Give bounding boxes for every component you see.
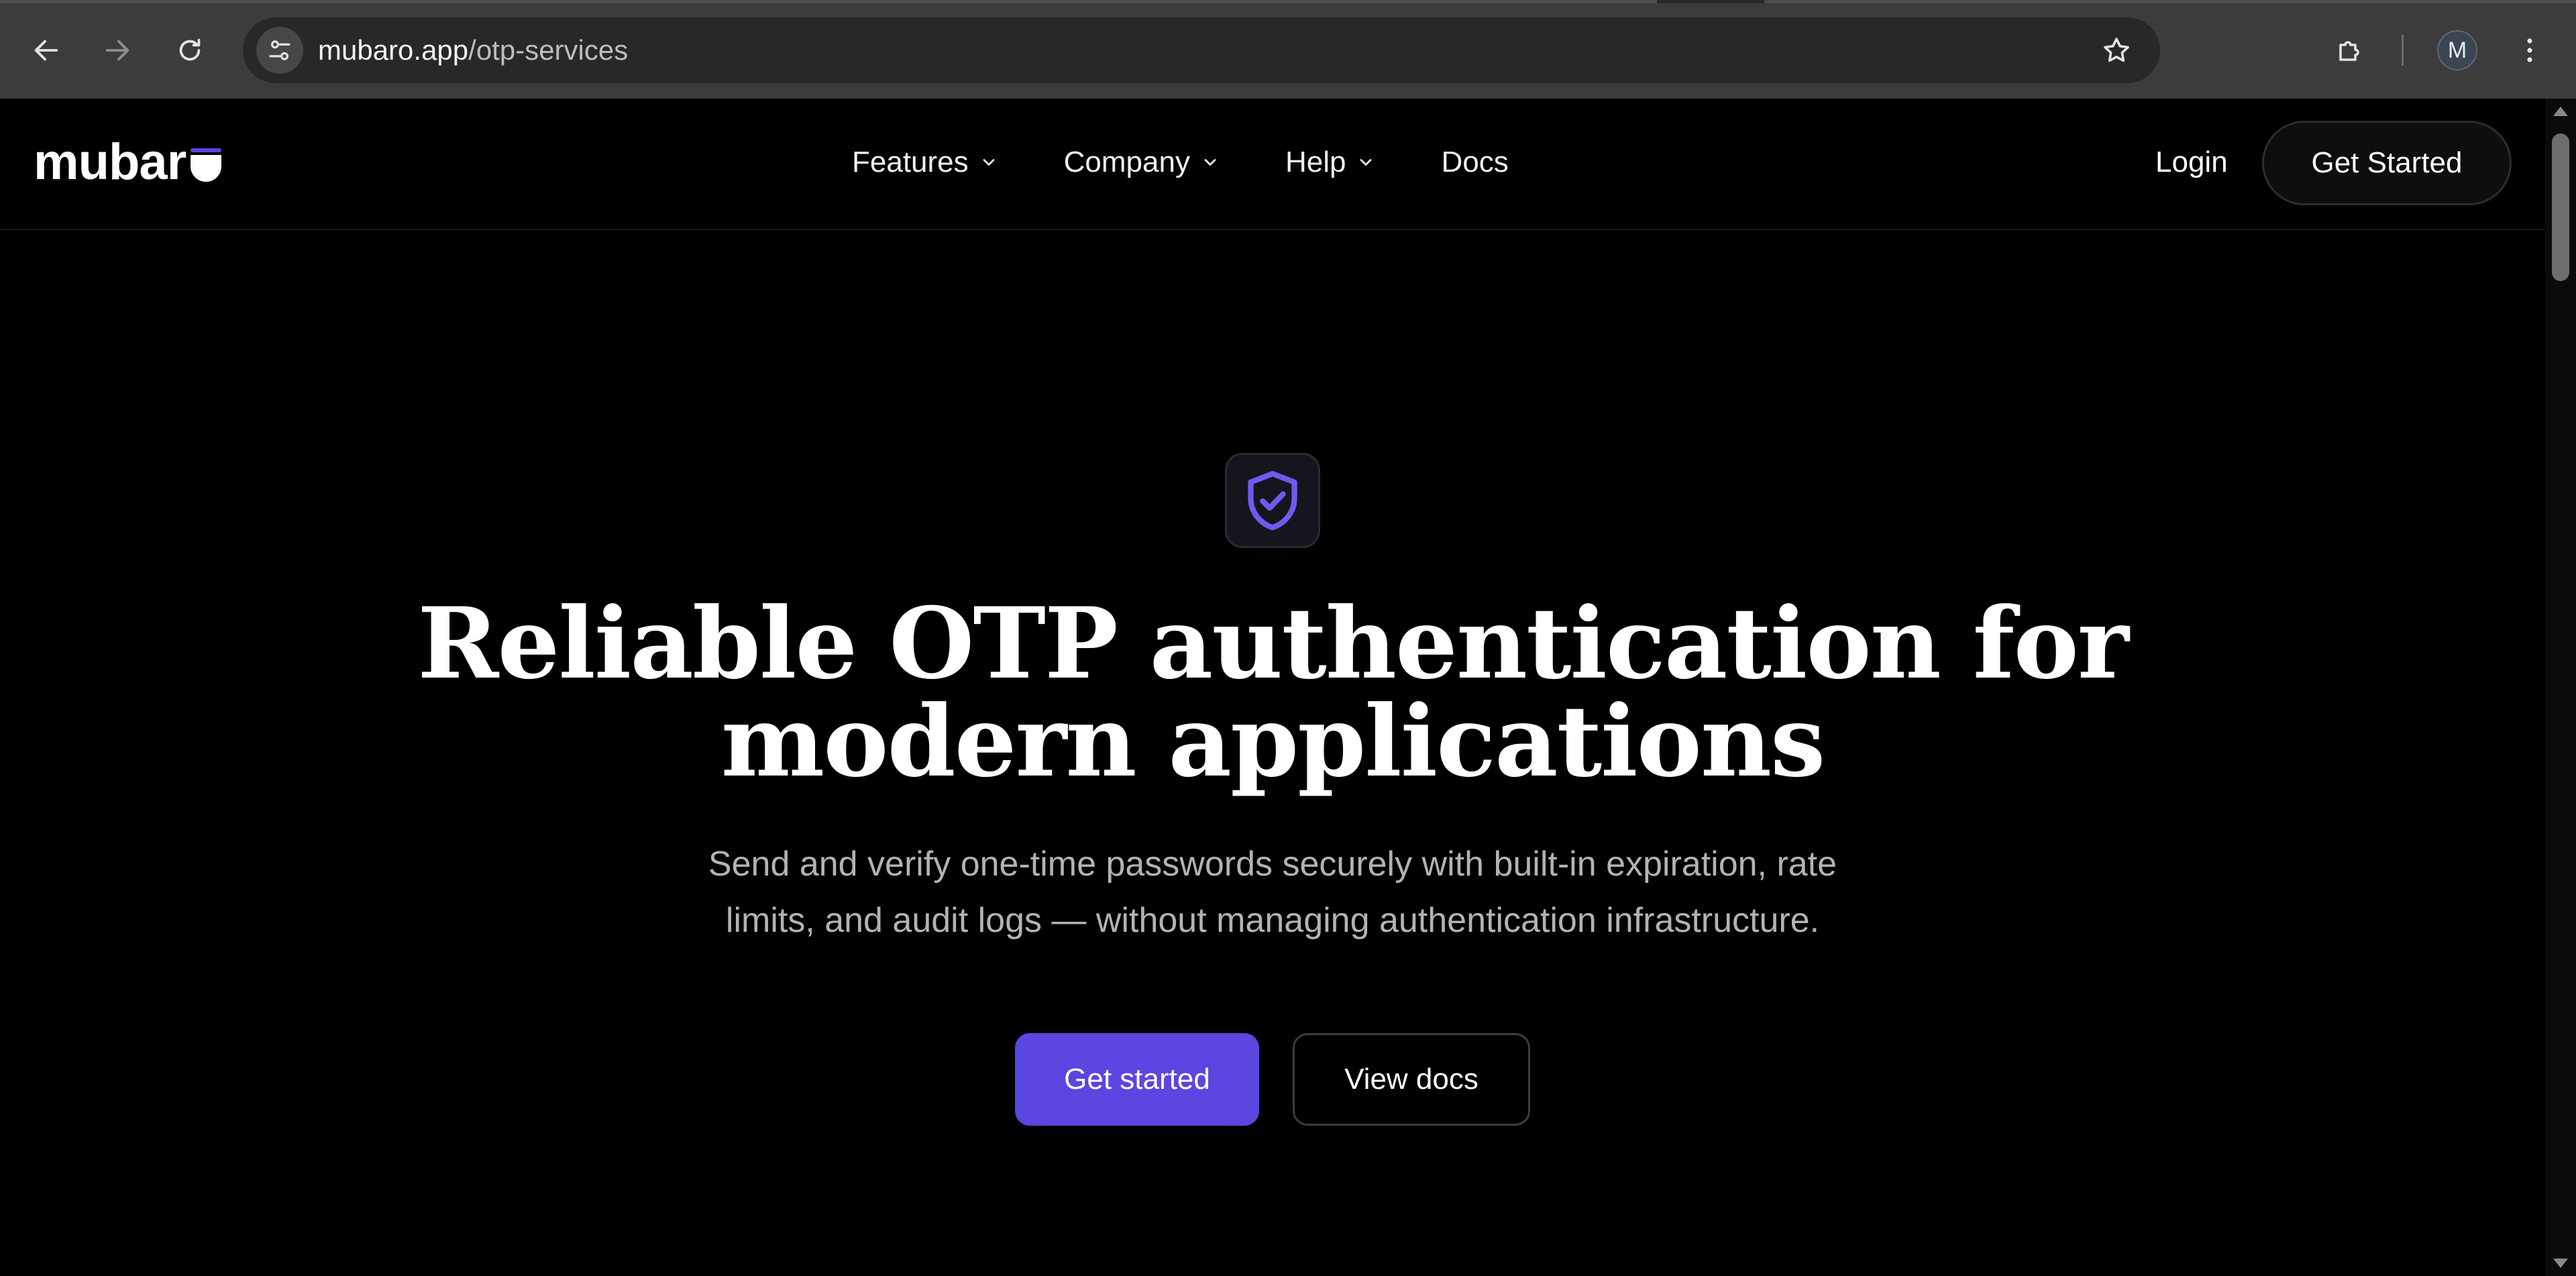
nav-features[interactable]: Features xyxy=(852,136,998,189)
hero-icon-badge xyxy=(1225,453,1320,548)
nav-docs-label: Docs xyxy=(1441,146,1509,178)
get-started-button[interactable]: Get started xyxy=(1015,1033,1259,1126)
nav-features-label: Features xyxy=(852,146,969,178)
kebab-menu-icon xyxy=(2527,38,2532,62)
nav-docs[interactable]: Docs xyxy=(1441,136,1508,189)
main-nav: Features Company Help Docs xyxy=(852,136,1574,189)
shield-check-icon xyxy=(1248,471,1297,531)
get-started-header-button[interactable]: Get Started xyxy=(2262,121,2512,205)
puzzle-icon xyxy=(2339,41,2359,61)
nav-help-label: Help xyxy=(1285,146,1346,178)
site-header: mubar Features Company Help Docs Login G… xyxy=(0,99,2545,230)
reload-button[interactable] xyxy=(166,27,213,74)
scroll-thumb[interactable] xyxy=(2552,134,2569,281)
chevron-down-icon xyxy=(1204,159,1216,166)
arrow-right-icon xyxy=(105,40,129,61)
scroll-up-arrow[interactable] xyxy=(2553,107,2568,116)
url-text[interactable]: mubaro.app/otp-services xyxy=(318,17,628,83)
login-link[interactable]: Login xyxy=(2155,136,2228,189)
profile-avatar[interactable]: M xyxy=(2437,30,2477,70)
toolbar-divider xyxy=(2402,35,2404,66)
url-path: /otp-services xyxy=(468,34,629,66)
browser-toolbar: mubaro.app/otp-services M xyxy=(0,0,2576,99)
extensions-button[interactable] xyxy=(2326,27,2373,74)
tune-icon xyxy=(269,40,290,60)
nav-company-label: Company xyxy=(1063,146,1190,178)
back-button[interactable] xyxy=(23,27,70,74)
hero-subtitle: Send and verify one-time passwords secur… xyxy=(0,836,2545,949)
view-docs-button[interactable]: View docs xyxy=(1293,1033,1530,1126)
site-logo[interactable]: mubar xyxy=(34,129,186,196)
nav-company[interactable]: Company xyxy=(1064,136,1220,189)
nav-help[interactable]: Help xyxy=(1285,136,1376,189)
scroll-down-arrow[interactable] xyxy=(2553,1259,2568,1268)
hero-subtitle-line2: limits, and audit logs — without managin… xyxy=(725,901,1820,940)
logo-mark-icon xyxy=(191,148,221,182)
hero-title-line2: modern applications xyxy=(720,684,1826,799)
page-viewport: mubar Features Company Help Docs Login G… xyxy=(0,99,2545,1276)
tab-strip-edge xyxy=(0,0,2576,3)
chevron-down-icon xyxy=(983,159,995,166)
url-host: mubaro.app xyxy=(318,34,469,66)
reload-icon xyxy=(179,38,201,61)
site-info-button[interactable] xyxy=(256,27,303,74)
forward-button[interactable] xyxy=(94,27,141,74)
hero-title: Reliable OTP authentication for modern a… xyxy=(0,595,2545,791)
address-bar[interactable]: mubaro.app/otp-services xyxy=(243,17,2160,83)
hero-subtitle-line1: Send and verify one-time passwords secur… xyxy=(708,845,1837,884)
chevron-down-icon xyxy=(1360,159,1372,166)
star-icon xyxy=(2104,38,2129,62)
arrow-left-icon xyxy=(34,40,58,61)
bookmark-button[interactable] xyxy=(2093,27,2140,74)
browser-menu-button[interactable] xyxy=(2506,27,2553,74)
page-scrollbar[interactable] xyxy=(2545,99,2576,1276)
